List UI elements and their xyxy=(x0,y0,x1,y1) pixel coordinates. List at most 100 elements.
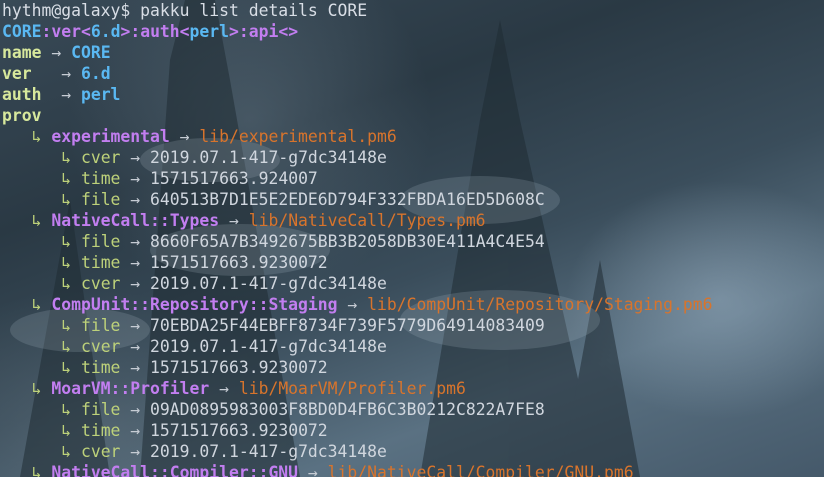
provide-attr-line: ↳ time → 1571517663.9230072 xyxy=(2,420,713,441)
terminal-window[interactable]: hythm@galaxy$ pakku list details CORE COR… xyxy=(0,0,824,477)
ver-adverb: :ver xyxy=(41,22,81,41)
sub-arrow-icon: ↳ xyxy=(2,400,81,419)
arrow-icon: → xyxy=(120,253,151,272)
ver-close: > xyxy=(120,22,131,41)
sub-arrow-icon: ↳ xyxy=(2,232,81,251)
field-key: ver xyxy=(2,64,52,83)
arrow-icon: → xyxy=(120,190,151,209)
module-path: lib/NativeCall/Types.pm6 xyxy=(248,211,486,230)
auth-adverb: :auth xyxy=(130,22,180,41)
attr-key: cver xyxy=(80,148,121,167)
module-path: lib/MoarVM/Profiler.pm6 xyxy=(238,379,466,398)
arrow-icon: → xyxy=(120,421,151,440)
attr-key: cver xyxy=(80,442,121,461)
provide-attr-line: ↳ cver → 2019.07.1-417-g7dc34148e xyxy=(2,147,713,168)
attr-value: 8660F65A7B3492675BB3B2058DB30E411A4C4E54 xyxy=(150,232,545,251)
sub-arrow-icon: ↳ xyxy=(2,169,81,188)
arrow-icon: → xyxy=(337,295,368,314)
sub-arrow-icon: ↳ xyxy=(2,379,52,398)
module-path: lib/experimental.pm6 xyxy=(199,127,397,146)
arrow-icon: → xyxy=(120,337,151,356)
sub-arrow-icon: ↳ xyxy=(2,190,81,209)
sub-arrow-icon: ↳ xyxy=(2,337,81,356)
field-value: CORE xyxy=(71,43,111,62)
attr-key: time xyxy=(80,421,121,440)
attr-key: time xyxy=(80,358,121,377)
field-key: name xyxy=(2,43,42,62)
api-adverb: :api xyxy=(238,22,279,41)
attr-value: 2019.07.1-417-g7dc34148e xyxy=(150,148,387,167)
sub-arrow-icon: ↳ xyxy=(2,127,52,146)
arrow-icon: → xyxy=(120,358,151,377)
field-key: prov xyxy=(2,106,42,125)
field-value: 6.d xyxy=(80,64,111,83)
sub-arrow-icon: ↳ xyxy=(2,211,52,230)
module-name: MoarVM::Profiler xyxy=(51,379,210,398)
arrow-icon: → xyxy=(120,274,151,293)
module-name: NativeCall::Types xyxy=(51,211,220,230)
sub-arrow-icon: ↳ xyxy=(2,316,81,335)
arrow-icon: → xyxy=(120,169,151,188)
attr-key: file xyxy=(80,190,121,209)
attr-key: cver xyxy=(80,274,121,293)
attr-value: 1571517663.924007 xyxy=(150,169,318,188)
provide-attr-line: ↳ time → 1571517663.924007 xyxy=(2,168,713,189)
field-line-ver: ver → 6.d xyxy=(2,63,713,84)
provide-attr-line: ↳ time → 1571517663.9230072 xyxy=(2,357,713,378)
arrow-icon: → xyxy=(41,43,72,62)
sub-arrow-icon: ↳ xyxy=(2,421,81,440)
module-name: NativeCall::Compiler::GNU xyxy=(51,463,299,477)
attr-value: 1571517663.9230072 xyxy=(150,421,328,440)
attr-value: 1571517663.9230072 xyxy=(150,253,328,272)
module-name: experimental xyxy=(51,127,170,146)
provide-module-line: ↳ MoarVM::Profiler → lib/MoarVM/Profiler… xyxy=(2,378,713,399)
provide-attr-line: ↳ file → 640513B7D1E5E2EDE6D794F332FBDA1… xyxy=(2,189,713,210)
sub-arrow-icon: ↳ xyxy=(2,274,81,293)
field-line-auth: auth → perl xyxy=(2,84,713,105)
arrow-icon: → xyxy=(120,400,151,419)
arrow-icon: → xyxy=(298,463,328,477)
prov-label-line: prov xyxy=(2,105,713,126)
module-name: CompUnit::Repository::Staging xyxy=(51,295,338,314)
arrow-icon: → xyxy=(209,379,239,398)
module-path: lib/NativeCall/Compiler/GNU.pm6 xyxy=(327,463,634,477)
attr-value: 09AD0895983003F8BD0D4FB6C3B0212C822A7FE8 xyxy=(150,400,545,419)
attr-value: 1571517663.9230072 xyxy=(150,358,328,377)
provide-attr-line: ↳ cver → 2019.07.1-417-g7dc34148e xyxy=(2,336,713,357)
provide-attr-line: ↳ cver → 2019.07.1-417-g7dc34148e xyxy=(2,273,713,294)
module-path: lib/CompUnit/Repository/Staging.pm6 xyxy=(367,295,713,314)
arrow-icon: → xyxy=(120,232,151,251)
attr-key: time xyxy=(80,253,121,272)
ver-open: < xyxy=(80,22,91,41)
attr-key: cver xyxy=(80,337,121,356)
provide-attr-line: ↳ file → 70EBDA25F44EBFF8734F739F5779D64… xyxy=(2,315,713,336)
attr-key: file xyxy=(80,400,121,419)
provide-module-line: ↳ NativeCall::Types → lib/NativeCall/Typ… xyxy=(2,210,713,231)
provide-attr-line: ↳ cver → 2019.07.1-417-g7dc34148e xyxy=(2,441,713,462)
sub-arrow-icon: ↳ xyxy=(2,148,81,167)
auth-close: > xyxy=(229,22,239,41)
attr-value: 640513B7D1E5E2EDE6D794F332FBDA16ED5D608C xyxy=(150,190,545,209)
field-value: perl xyxy=(80,85,121,104)
arrow-icon: → xyxy=(219,211,249,230)
arrow-icon: → xyxy=(169,127,200,146)
attr-key: file xyxy=(80,232,121,251)
provide-module-line: ↳ NativeCall::Compiler::GNU → lib/Native… xyxy=(2,462,713,477)
attr-value: 2019.07.1-417-g7dc34148e xyxy=(150,442,387,461)
dist-name: CORE xyxy=(2,22,42,41)
arrow-icon: → xyxy=(51,64,81,83)
api-value: <> xyxy=(278,22,299,41)
arrow-icon: → xyxy=(120,442,151,461)
ver-value: 6.d xyxy=(90,22,121,41)
dist-header-line: CORE:ver<6.d>:auth<perl>:api<> xyxy=(2,21,713,42)
auth-value: perl xyxy=(189,22,230,41)
attr-value: 70EBDA25F44EBFF8734F739F5779D64914083409 xyxy=(150,316,545,335)
attr-value: 2019.07.1-417-g7dc34148e xyxy=(150,337,387,356)
provide-attr-line: ↳ file → 09AD0895983003F8BD0D4FB6C3B0212… xyxy=(2,399,713,420)
attr-key: file xyxy=(80,316,121,335)
sub-arrow-icon: ↳ xyxy=(2,358,81,377)
arrow-icon: → xyxy=(120,148,151,167)
attr-value: 2019.07.1-417-g7dc34148e xyxy=(150,274,387,293)
provide-module-line: ↳ experimental → lib/experimental.pm6 xyxy=(2,126,713,147)
provide-module-line: ↳ CompUnit::Repository::Staging → lib/Co… xyxy=(2,294,713,315)
